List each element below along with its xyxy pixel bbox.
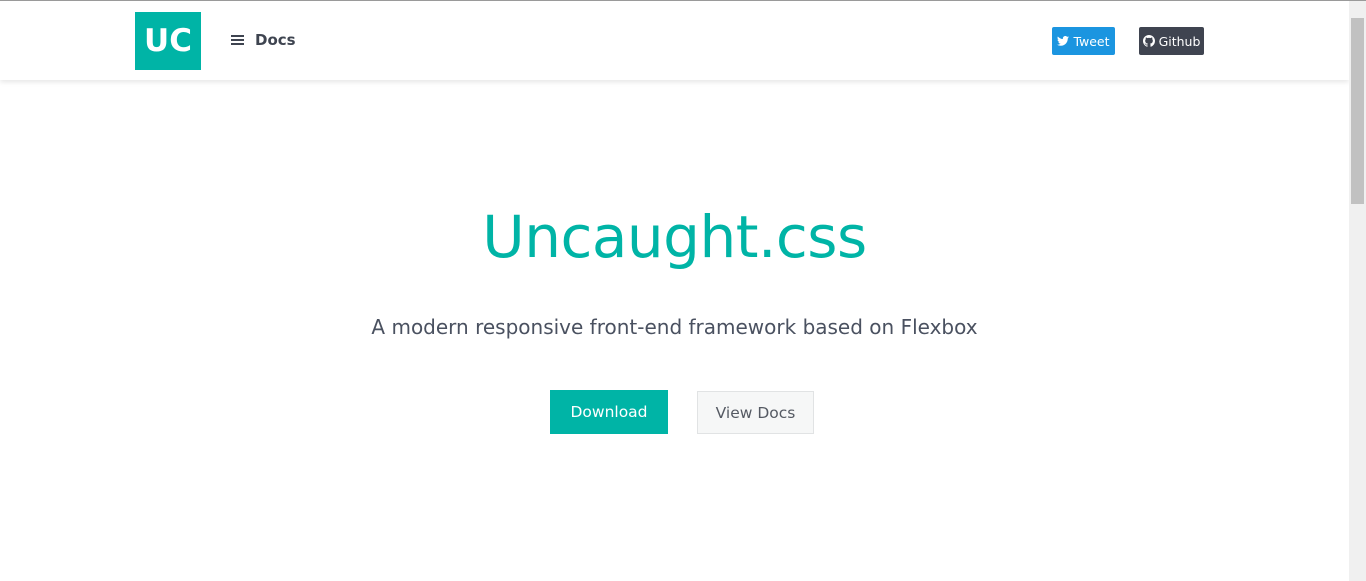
download-button[interactable]: Download	[550, 390, 668, 434]
github-label: Github	[1158, 33, 1201, 49]
hero-title: Uncaught.css	[482, 203, 867, 271]
logo-text: UC	[144, 23, 192, 59]
view-docs-button[interactable]: View Docs	[697, 391, 814, 434]
twitter-icon	[1057, 36, 1070, 46]
download-label: Download	[570, 403, 648, 421]
logo[interactable]: UC	[135, 12, 201, 70]
tweet-label: Tweet	[1073, 33, 1110, 49]
navbar: UC Docs Tweet Github	[0, 1, 1349, 80]
docs-menu-link[interactable]: Docs	[231, 28, 296, 52]
github-icon	[1142, 35, 1155, 47]
vertical-scrollbar[interactable]	[1349, 1, 1366, 581]
scrollbar-thumb[interactable]	[1351, 18, 1364, 204]
view-docs-label: View Docs	[715, 403, 796, 422]
hero-subtitle: A modern responsive front-end framework …	[371, 315, 978, 339]
github-button[interactable]: Github	[1139, 27, 1204, 55]
docs-link-label: Docs	[255, 31, 296, 49]
browser-viewport: UC Docs Tweet Github Uncaught.css A mode…	[0, 0, 1366, 581]
hamburger-icon	[231, 34, 244, 46]
tweet-button[interactable]: Tweet	[1052, 27, 1115, 55]
